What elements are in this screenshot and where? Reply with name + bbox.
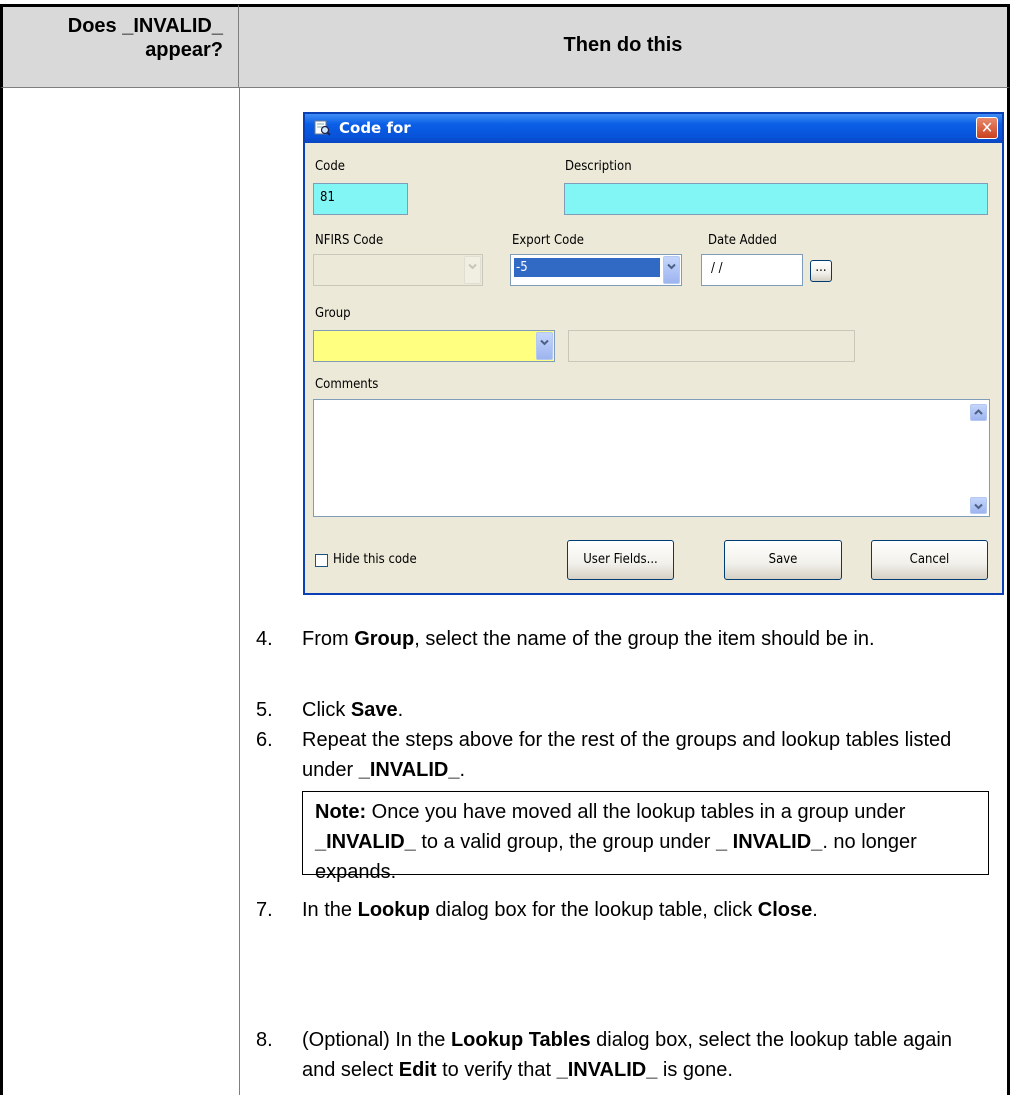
step-text: (Optional) In the Lookup Tables dialog b…: [302, 1025, 986, 1085]
bold-text-run: _INVALID_: [315, 831, 416, 853]
code-value: 81: [320, 190, 335, 205]
bold-text-run: _ INVALID_: [715, 831, 823, 853]
export-code-label: Export Code: [512, 233, 584, 248]
group-dropdown-button[interactable]: [536, 332, 553, 360]
column-header-then-do: Then do this: [563, 34, 683, 56]
description-label: Description: [565, 159, 632, 174]
bold-text-run: Save: [350, 699, 398, 721]
code-for-dialog: Code for ✕ Code 81 Description NFIRS Cod…: [303, 112, 1004, 595]
scroll-down-button[interactable]: [970, 497, 987, 514]
bold-text-run: _INVALID_: [556, 1059, 658, 1081]
nfirs-code-dropdown[interactable]: [313, 254, 483, 286]
export-code-dropdown[interactable]: -5: [510, 254, 682, 286]
lookup-app-icon: [314, 120, 331, 136]
table-right-border: [1007, 88, 1010, 1095]
note-box: Note: Once you have moved all the lookup…: [302, 791, 989, 883]
code-input[interactable]: 81: [313, 183, 408, 215]
nfirs-dropdown-button[interactable]: [464, 256, 481, 284]
empty-condition-cell: [0, 88, 240, 1095]
step-text: In the Lookup dialog box for the lookup …: [302, 895, 986, 925]
group-dropdown[interactable]: [313, 330, 555, 362]
date-picker-button[interactable]: ...: [810, 260, 832, 282]
text-run: to verify that: [436, 1059, 557, 1081]
step-number: 6.: [256, 729, 273, 751]
date-added-value: / /: [711, 261, 723, 276]
bold-text-run: Note:: [315, 801, 367, 823]
text-run: (Optional) In the: [302, 1029, 451, 1051]
user-fields-button[interactable]: User Fields...: [567, 540, 674, 580]
header-cell-invalid-appear: Does _INVALID_ appear?: [0, 4, 239, 88]
date-added-label: Date Added: [708, 233, 777, 248]
save-button[interactable]: Save: [724, 540, 842, 580]
chevron-down-icon: [540, 339, 549, 346]
header-cell-then-do: Then do this: [239, 4, 1010, 88]
chevron-down-icon: [667, 263, 676, 270]
hide-code-checkbox[interactable]: [315, 554, 328, 567]
nfirs-code-label: NFIRS Code: [315, 233, 384, 248]
step-number: 7.: [256, 899, 273, 921]
text-run: .: [812, 899, 818, 921]
bold-text-run: Edit: [398, 1059, 437, 1081]
step-number: 8.: [256, 1029, 273, 1051]
text-run: .: [459, 759, 466, 781]
bold-text-run: Group: [354, 628, 415, 650]
cancel-button[interactable]: Cancel: [871, 540, 988, 580]
step-text: Repeat the steps above for the rest of t…: [302, 725, 986, 785]
bold-text-run: Close: [757, 899, 813, 921]
bold-text-run: Lookup Tables: [450, 1029, 591, 1051]
code-label: Code: [315, 159, 345, 174]
chevron-up-icon: [974, 409, 983, 415]
chevron-down-icon: [468, 263, 477, 270]
export-dropdown-button[interactable]: [663, 256, 680, 284]
text-run: dialog box for the lookup table, click: [429, 899, 758, 921]
description-input[interactable]: [564, 183, 988, 215]
scroll-up-button[interactable]: [970, 404, 987, 421]
text-run: Click: [302, 699, 351, 721]
date-added-input[interactable]: / /: [701, 254, 803, 286]
text-run: .: [397, 699, 404, 721]
bold-text-run: Lookup: [357, 899, 430, 921]
text-run: Once you have moved all the lookup table…: [366, 801, 906, 823]
comments-label: Comments: [315, 377, 379, 392]
close-icon[interactable]: ✕: [976, 117, 998, 139]
hide-code-label: Hide this code: [333, 552, 417, 567]
step-text: Click Save.: [302, 695, 986, 725]
step-number: 5.: [256, 699, 273, 721]
column-header-invalid: Does _INVALID_ appear?: [67, 15, 223, 61]
step-number: 4.: [256, 628, 273, 650]
group-description-field: [568, 330, 855, 362]
text-run: , select the name of the group the item …: [414, 628, 875, 650]
bold-text-run: _INVALID_: [358, 759, 460, 781]
text-run: In the: [302, 899, 358, 921]
text-run: to a valid group, the group under: [415, 831, 716, 853]
text-run: From: [302, 628, 355, 650]
dialog-title-bar[interactable]: Code for ✕: [305, 114, 1002, 143]
export-code-selected: -5: [514, 258, 660, 277]
comments-textarea[interactable]: [313, 399, 990, 517]
chevron-down-icon: [974, 503, 983, 510]
text-run: is gone.: [657, 1059, 733, 1081]
step-text: From Group, select the name of the group…: [302, 624, 986, 654]
dialog-title: Code for: [339, 119, 411, 137]
group-label: Group: [315, 306, 351, 321]
